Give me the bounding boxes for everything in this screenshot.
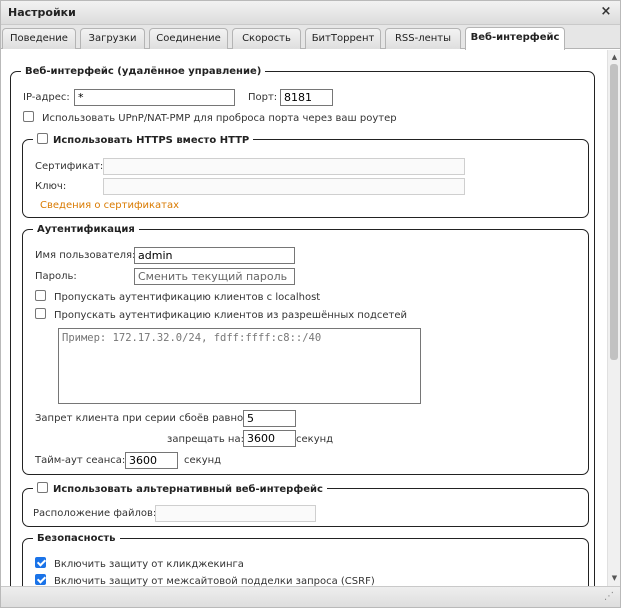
- https-legend-wrap: Использовать HTTPS вместо HTTP: [33, 132, 253, 146]
- security-legend: Безопасность: [37, 533, 116, 544]
- scroll-down-icon[interactable]: ▼: [610, 574, 619, 583]
- port-label: Порт:: [248, 92, 278, 103]
- username-label: Имя пользователя:: [35, 250, 136, 261]
- files-location-input[interactable]: [155, 505, 316, 522]
- tab-rss[interactable]: RSS-ленты: [385, 28, 461, 49]
- settings-window: Настройки × Поведение Загрузки Соединени…: [0, 0, 621, 608]
- settings-content: Веб-интерфейс (удалённое управление) IP-…: [1, 50, 607, 586]
- alt-ui-legend: Использовать альтернативный веб-интерфей…: [53, 484, 323, 495]
- scroll-up-icon[interactable]: ▲: [610, 53, 619, 62]
- ip-input[interactable]: [74, 89, 235, 106]
- tab-strip: Поведение Загрузки Соединение Скорость Б…: [1, 25, 620, 50]
- password-input[interactable]: [134, 268, 295, 285]
- webui-legend: Веб-интерфейс (удалённое управление): [25, 66, 262, 77]
- certificate-label: Сертификат:: [35, 161, 104, 172]
- tab-behavior[interactable]: Поведение: [2, 28, 76, 49]
- ban-seconds-label: секунд: [296, 434, 334, 445]
- clickjacking-label: Включить защиту от кликджекинга: [54, 559, 244, 570]
- bypass-subnets-checkbox[interactable]: [35, 308, 46, 319]
- csrf-checkbox[interactable]: [35, 574, 46, 585]
- session-seconds-label: секунд: [184, 455, 222, 466]
- tab-speed[interactable]: Скорость: [232, 28, 301, 49]
- upnp-label: Использовать UPnP/NAT-PMP для проброса п…: [42, 113, 397, 124]
- key-label: Ключ:: [35, 181, 67, 192]
- ban-label: Запрет клиента при серии сбоёв равной:: [35, 413, 253, 424]
- subnets-textarea[interactable]: [58, 328, 421, 404]
- csrf-label: Включить защиту от межсайтовой подделки …: [54, 576, 375, 586]
- session-timeout-input[interactable]: [125, 452, 178, 469]
- alt-ui-checkbox[interactable]: [37, 482, 48, 493]
- ban-count-input[interactable]: [243, 410, 296, 427]
- tab-bittorrent[interactable]: БитТоррент: [305, 28, 381, 49]
- username-input[interactable]: [134, 247, 295, 264]
- files-location-label: Расположение файлов:: [33, 508, 157, 519]
- scroll-thumb[interactable]: [610, 64, 618, 360]
- tab-connection[interactable]: Соединение: [149, 28, 228, 49]
- upnp-checkbox[interactable]: [23, 111, 34, 122]
- ban-duration-input[interactable]: [243, 430, 296, 447]
- resize-grip-icon[interactable]: ⋰: [604, 591, 614, 602]
- password-label: Пароль:: [35, 271, 77, 282]
- close-icon[interactable]: ×: [599, 5, 613, 19]
- bypass-localhost-label: Пропускать аутентификацию клиентов с loc…: [54, 292, 321, 303]
- bypass-subnets-label: Пропускать аутентификацию клиентов из ра…: [54, 310, 408, 321]
- ip-label: IP-адрес:: [23, 92, 70, 103]
- session-timeout-label: Тайм-аут сеанса:: [35, 455, 126, 466]
- certificate-input[interactable]: [103, 158, 465, 175]
- clickjacking-checkbox[interactable]: [35, 557, 46, 568]
- https-checkbox[interactable]: [37, 133, 48, 144]
- key-input[interactable]: [103, 178, 465, 195]
- tab-webui[interactable]: Веб-интерфейс: [465, 27, 565, 50]
- ban-for-label: запрещать на:: [167, 434, 244, 445]
- bypass-localhost-checkbox[interactable]: [35, 290, 46, 301]
- tab-downloads[interactable]: Загрузки: [80, 28, 145, 49]
- vertical-scrollbar[interactable]: ▲ ▼: [607, 50, 620, 586]
- auth-legend: Аутентификация: [37, 224, 135, 235]
- title-bar: Настройки ×: [1, 1, 620, 25]
- certificate-info-link[interactable]: Сведения о сертификатах: [40, 200, 179, 211]
- window-title: Настройки: [8, 6, 76, 19]
- alt-ui-legend-wrap: Использовать альтернативный веб-интерфей…: [33, 481, 327, 495]
- https-legend: Использовать HTTPS вместо HTTP: [53, 135, 250, 146]
- port-input[interactable]: [280, 89, 333, 106]
- status-bar: ⋰: [1, 586, 620, 607]
